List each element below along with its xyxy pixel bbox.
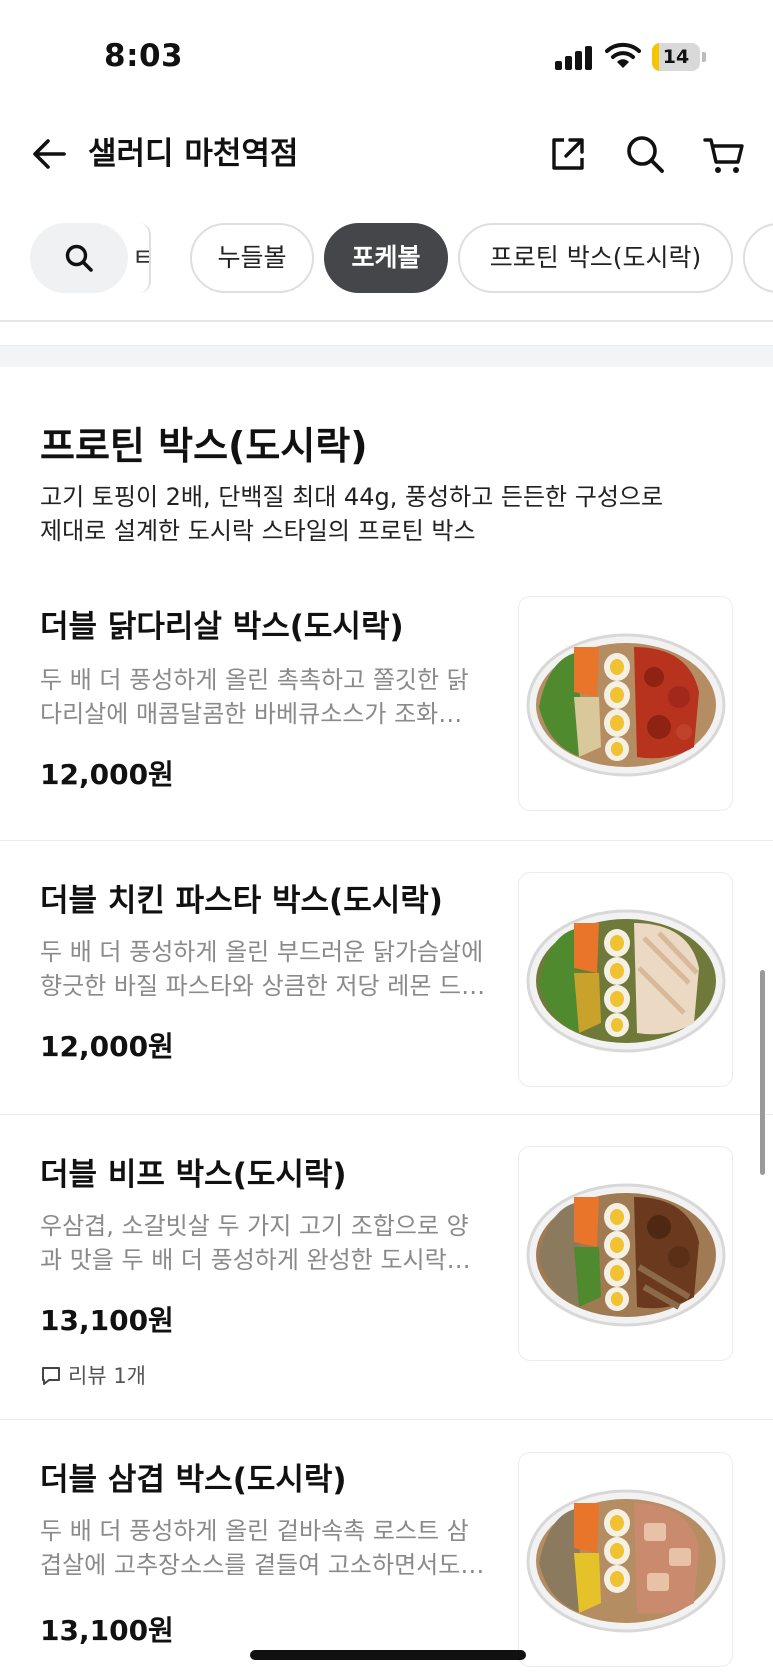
menu-item[interactable]: 더블 비프 박스(도시락) 우삼겹, 소갈빗살 두 가지 고기 조합으로 양 과… [0, 1116, 773, 1420]
item-price: 12,000원 [40, 758, 174, 791]
store-name: 샐러디 마천역점 [88, 136, 299, 172]
category-chip-row: ㅌ 누들볼 포케볼 프로틴 박스(도시락) [0, 220, 773, 296]
menu-item[interactable]: 더블 치킨 파스타 박스(도시락) 두 배 더 풍성하게 올린 부드러운 닭가슴… [0, 842, 773, 1115]
search-icon[interactable] [623, 132, 667, 176]
category-chip-edge [139, 223, 151, 293]
section-separator [0, 345, 773, 367]
item-name: 더블 삼겹 박스(도시락) [40, 1462, 347, 1498]
search-icon [65, 244, 93, 272]
category-chip-protein-box[interactable]: 프로틴 박스(도시락) [458, 223, 733, 293]
item-name: 더블 닭다리살 박스(도시락) [40, 609, 404, 645]
wifi-icon [605, 42, 641, 70]
section-description: 고기 토핑이 2배, 단백질 최대 44g, 풍성하고 든든한 구성으로 제대로… [40, 480, 740, 548]
status-bar: 8:03 14 [0, 0, 773, 110]
item-image [518, 596, 733, 811]
category-chip-poke-bowl[interactable]: 포케볼 [324, 223, 448, 293]
menu-item[interactable]: 더블 닭다리살 박스(도시락) 두 배 더 풍성하게 올린 촉촉하고 쫄깃한 닭… [0, 570, 773, 841]
category-chip-noodle-bowl[interactable]: 누들볼 [190, 223, 314, 293]
item-image [518, 1146, 733, 1361]
page: 8:03 14 샐러디 마천역점 ㅌ 누들볼 포케볼 프로틴 박스(도시락) 프… [0, 0, 773, 1676]
item-image [518, 1452, 733, 1667]
home-indicator[interactable] [250, 1650, 526, 1660]
item-description: 두 배 더 풍성하게 올린 촉촉하고 쫄깃한 닭 다리살에 매콤달콤한 바베큐소… [40, 666, 469, 728]
item-name: 더블 비프 박스(도시락) [40, 1157, 347, 1193]
item-review-count[interactable]: 리뷰 1개 [40, 1360, 146, 1390]
section-desc-line: 고기 토핑이 2배, 단백질 최대 44g, 풍성하고 든든한 구성으로 [40, 483, 664, 511]
store-header: 샐러디 마천역점 [0, 110, 773, 210]
review-label: 리뷰 1개 [68, 1364, 146, 1388]
item-description: 두 배 더 풍성하게 올린 부드러운 닭가슴살에 향긋한 바질 파스타와 상큼한… [40, 938, 486, 1000]
divider [0, 320, 773, 322]
item-name: 더블 치킨 파스타 박스(도시락) [40, 883, 443, 919]
cellular-signal-icon [555, 46, 595, 70]
item-description: 우삼겹, 소갈빗살 두 가지 고기 조합으로 양 과 맛을 두 배 더 풍성하게… [40, 1212, 471, 1274]
scrollbar[interactable] [760, 970, 765, 1175]
share-icon[interactable] [546, 132, 590, 176]
item-price: 12,000원 [40, 1030, 174, 1063]
section-title: 프로틴 박스(도시락) [40, 424, 368, 468]
item-price: 13,100원 [40, 1614, 174, 1647]
comment-icon [42, 1367, 60, 1385]
item-image [518, 872, 733, 1087]
back-arrow-icon[interactable] [28, 132, 72, 176]
category-chip-next[interactable] [743, 223, 773, 293]
battery-icon: 14 [652, 43, 706, 71]
section-desc-line: 제대로 설계한 도시락 스타일의 프로틴 박스 [40, 517, 476, 545]
item-description: 두 배 더 풍성하게 올린 겉바속촉 로스트 삼 겹살에 고추장소스를 곁들여 … [40, 1517, 485, 1579]
status-time: 8:03 [104, 38, 184, 74]
category-search-button[interactable] [30, 223, 128, 293]
battery-level: 14 [662, 46, 690, 68]
item-price: 13,100원 [40, 1304, 174, 1337]
cart-icon[interactable] [702, 132, 746, 176]
menu-item[interactable]: 더블 삼겹 박스(도시락) 두 배 더 풍성하게 올린 겉바속촉 로스트 삼 겹… [0, 1421, 773, 1676]
